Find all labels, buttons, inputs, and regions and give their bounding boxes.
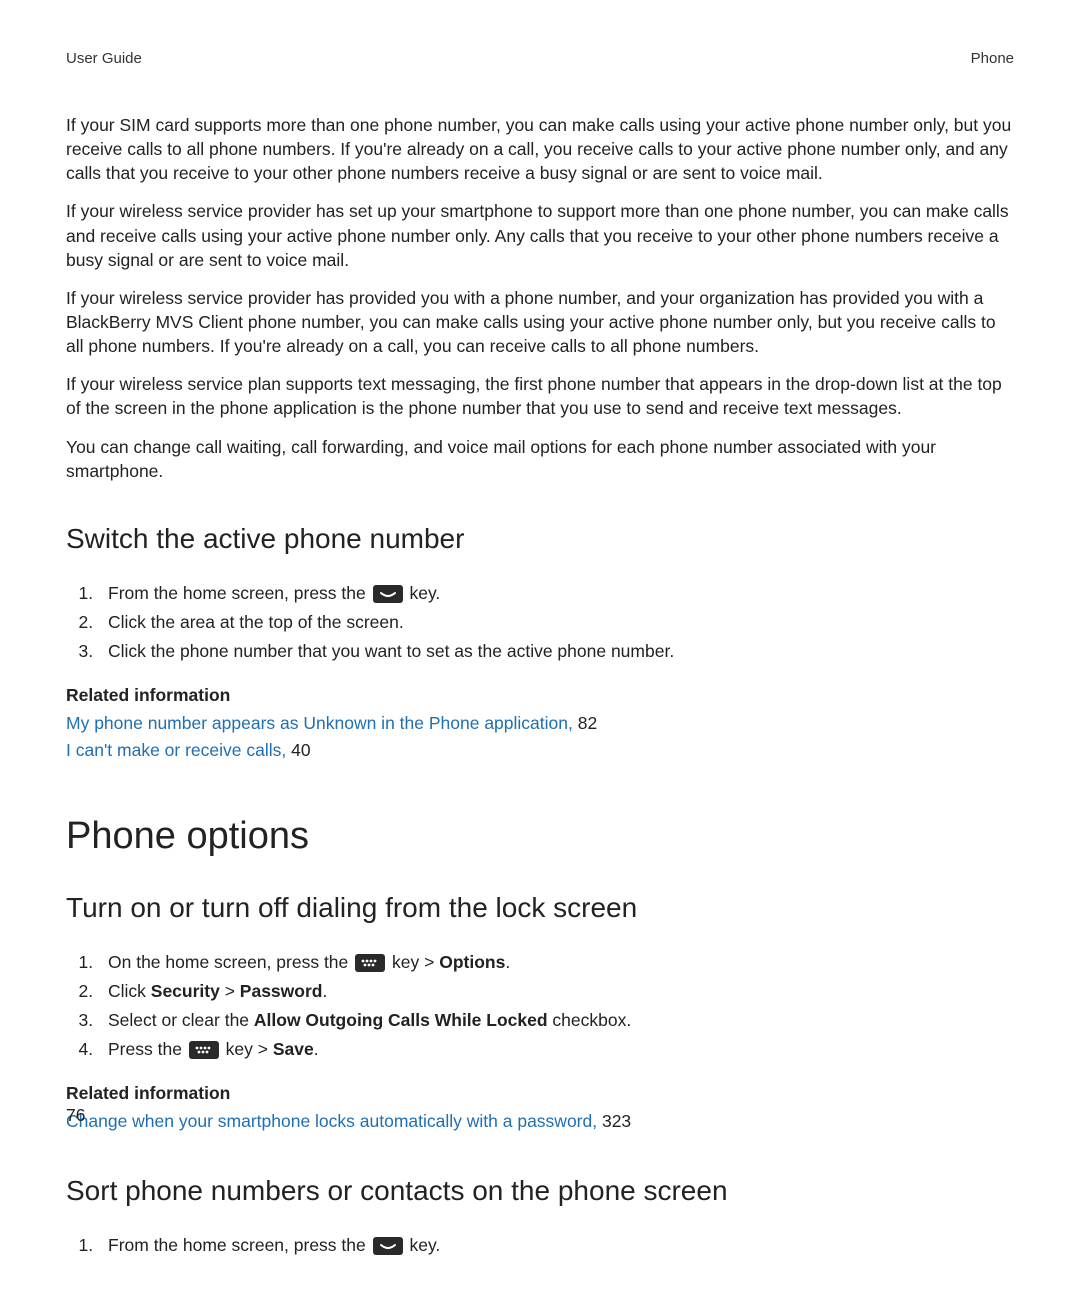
- chapter-heading: Phone options: [66, 815, 1014, 858]
- related-link-line: My phone number appears as Unknown in th…: [66, 710, 1014, 736]
- body-paragraph: If your wireless service provider has pr…: [66, 286, 1014, 358]
- body-paragraph: You can change call waiting, call forwar…: [66, 435, 1014, 483]
- steps-list: From the home screen, press the key. Cli…: [66, 579, 1014, 666]
- related-info-label: Related information: [66, 1083, 1014, 1104]
- section-heading: Turn on or turn off dialing from the loc…: [66, 892, 1014, 924]
- send-key-icon: [373, 1237, 403, 1255]
- section-heading: Switch the active phone number: [66, 523, 1014, 555]
- related-link[interactable]: Change when your smartphone locks automa…: [66, 1111, 597, 1131]
- page-number: 76: [66, 1105, 85, 1126]
- body-paragraph: If your SIM card supports more than one …: [66, 113, 1014, 185]
- menu-key-icon: [355, 954, 385, 972]
- send-key-icon: [373, 585, 403, 603]
- related-link-line: I can't make or receive calls, 40: [66, 737, 1014, 763]
- related-link-line: Change when your smartphone locks automa…: [66, 1108, 1014, 1134]
- related-link[interactable]: My phone number appears as Unknown in th…: [66, 713, 573, 733]
- body-paragraph: If your wireless service provider has se…: [66, 199, 1014, 271]
- steps-list: On the home screen, press the key > Opti…: [66, 948, 1014, 1064]
- related-link[interactable]: I can't make or receive calls,: [66, 740, 286, 760]
- related-info-label: Related information: [66, 685, 1014, 706]
- step-item: From the home screen, press the key.: [98, 1231, 1014, 1260]
- step-item: From the home screen, press the key.: [98, 579, 1014, 608]
- step-item: Click Security > Password.: [98, 977, 1014, 1006]
- step-item: On the home screen, press the key > Opti…: [98, 948, 1014, 977]
- section-heading: Sort phone numbers or contacts on the ph…: [66, 1175, 1014, 1207]
- header-left: User Guide: [66, 50, 142, 67]
- page-header: User Guide Phone: [66, 50, 1014, 67]
- steps-list: From the home screen, press the key.: [66, 1231, 1014, 1260]
- step-item: Select or clear the Allow Outgoing Calls…: [98, 1006, 1014, 1035]
- header-right: Phone: [971, 50, 1014, 67]
- body-paragraph: If your wireless service plan supports t…: [66, 372, 1014, 420]
- step-item: Click the area at the top of the screen.: [98, 608, 1014, 637]
- step-item: Click the phone number that you want to …: [98, 637, 1014, 666]
- menu-key-icon: [189, 1041, 219, 1059]
- step-item: Press the key > Save.: [98, 1035, 1014, 1064]
